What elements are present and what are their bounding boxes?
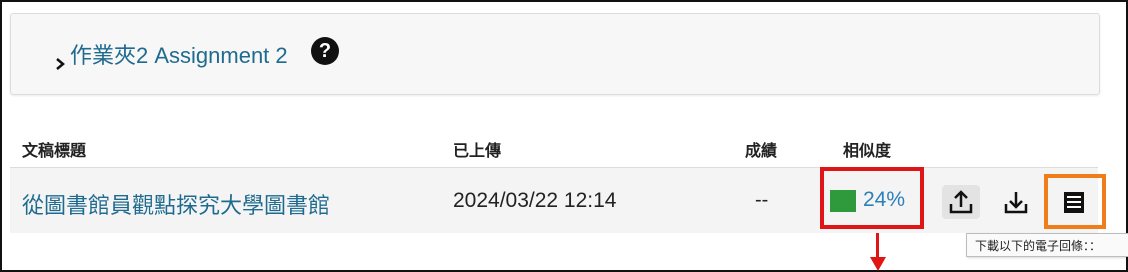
help-icon[interactable]: ? <box>311 37 339 65</box>
grade-value: -- <box>755 189 769 211</box>
download-icon <box>1004 192 1028 214</box>
column-header-title: 文稿標題 <box>22 143 87 160</box>
column-header-grade: 成績 <box>745 143 778 160</box>
receipt-tooltip: 下載以下的電子回條：： <box>966 233 1128 257</box>
download-button[interactable] <box>997 185 1035 219</box>
assignment-title[interactable]: 作業夾2 Assignment 2 <box>70 38 288 70</box>
submission-title-link[interactable]: 從圖書館員觀點探究大學圖書館 <box>22 188 330 220</box>
upload-button[interactable] <box>942 185 980 219</box>
similarity-highlight-box <box>820 167 924 229</box>
red-arrow-down-icon <box>870 257 886 271</box>
chevron-right-icon[interactable] <box>53 57 67 71</box>
column-header-uploaded: 已上傳 <box>453 143 502 160</box>
column-header-similarity: 相似度 <box>843 143 892 160</box>
receipt-highlight-box <box>1044 174 1106 229</box>
upload-icon <box>949 190 973 214</box>
uploaded-date: 2024/03/22 12:14 <box>453 189 617 212</box>
